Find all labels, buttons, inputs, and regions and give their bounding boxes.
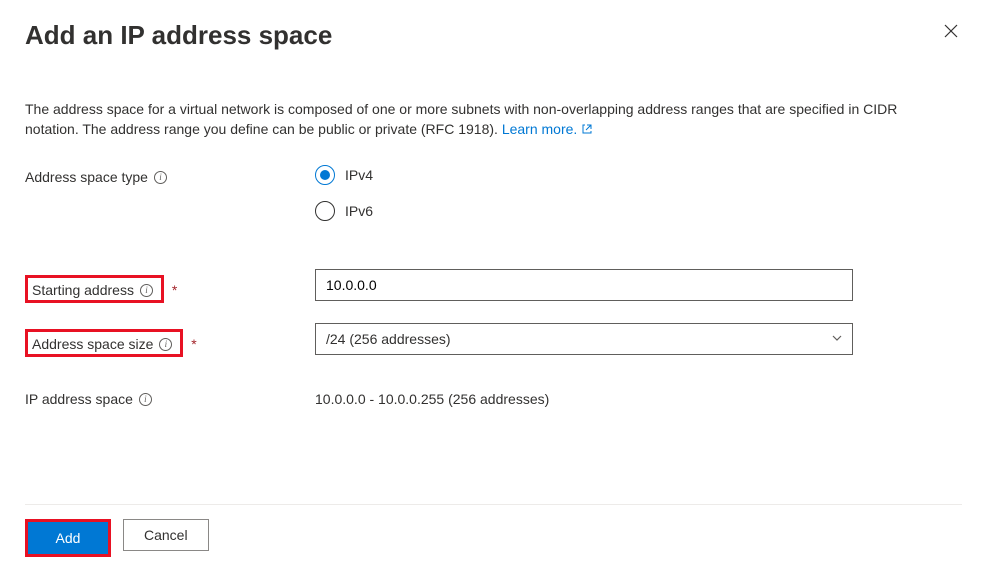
external-link-icon xyxy=(581,123,593,135)
starting-address-label-text: Starting address xyxy=(32,282,134,298)
address-size-highlight: Address space size i xyxy=(25,329,183,357)
address-size-label: Address space size i xyxy=(32,336,172,352)
page-title: Add an IP address space xyxy=(25,20,332,51)
radio-indicator-checked xyxy=(315,165,335,185)
description-text: The address space for a virtual network … xyxy=(25,99,945,139)
starting-address-highlight: Starting address i xyxy=(25,275,164,303)
required-asterisk: * xyxy=(172,282,177,298)
footer-actions: Add Cancel xyxy=(25,504,962,557)
address-size-label-text: Address space size xyxy=(32,336,153,352)
close-button[interactable] xyxy=(940,20,962,45)
info-icon[interactable]: i xyxy=(140,284,153,297)
starting-address-input[interactable] xyxy=(315,269,853,301)
address-size-select[interactable]: /24 (256 addresses) xyxy=(315,323,853,355)
address-size-value: /24 (256 addresses) xyxy=(326,331,451,347)
address-type-radio-group: IPv4 IPv6 xyxy=(315,163,853,241)
ip-range-label-text: IP address space xyxy=(25,391,133,407)
radio-indicator-unchecked xyxy=(315,201,335,221)
info-icon[interactable]: i xyxy=(159,338,172,351)
learn-more-link[interactable]: Learn more. xyxy=(502,121,593,137)
ip-range-label: IP address space i xyxy=(25,391,152,407)
radio-ipv6-label: IPv6 xyxy=(345,203,373,219)
starting-address-label: Starting address i xyxy=(32,282,153,298)
learn-more-label: Learn more. xyxy=(502,121,577,137)
add-button-highlight: Add xyxy=(25,519,111,557)
radio-ipv4[interactable]: IPv4 xyxy=(315,165,853,185)
required-asterisk: * xyxy=(191,336,196,352)
radio-ipv4-label: IPv4 xyxy=(345,167,373,183)
address-type-label: Address space type i xyxy=(25,169,167,185)
add-button[interactable]: Add xyxy=(28,522,108,554)
close-icon xyxy=(944,24,958,38)
info-icon[interactable]: i xyxy=(139,393,152,406)
address-type-label-text: Address space type xyxy=(25,169,148,185)
radio-ipv6[interactable]: IPv6 xyxy=(315,201,853,221)
description-body: The address space for a virtual network … xyxy=(25,101,897,137)
info-icon[interactable]: i xyxy=(154,171,167,184)
cancel-button[interactable]: Cancel xyxy=(123,519,209,551)
ip-range-value: 10.0.0.0 - 10.0.0.255 (256 addresses) xyxy=(315,385,853,407)
